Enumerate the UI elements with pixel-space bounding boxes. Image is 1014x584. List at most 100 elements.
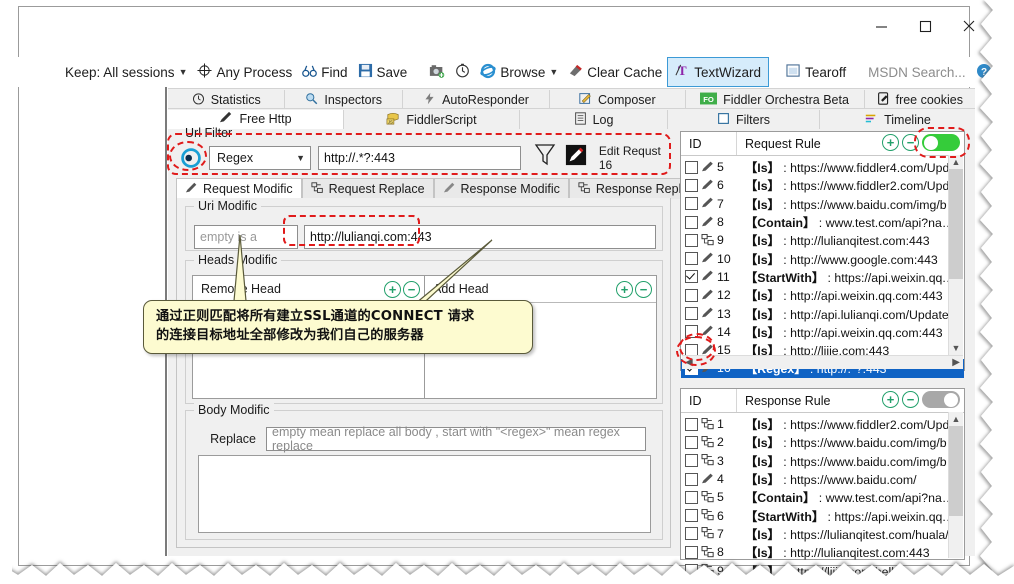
help-button[interactable]: ? [971,58,997,86]
table-row[interactable]: 9 【Is】 : http://lulianqitest.com:443 [681,231,964,249]
scroll-right-icon[interactable]: ▶ [952,357,960,368]
row-checkbox[interactable] [685,233,698,247]
tab-filters[interactable]: Filters [668,109,820,130]
url-filter-input[interactable]: http://.*?:443 [318,145,521,170]
plus-circle-icon[interactable]: + [616,280,633,298]
response-rule-vscrollbar[interactable]: ▲ [948,412,963,558]
response-rule-col-id[interactable]: ID [681,389,737,412]
table-row[interactable]: 1 【Is】 : https://www.fiddler2.com/Upda... [681,415,964,433]
screenshot-button[interactable] [424,58,450,86]
keep-sessions-button[interactable]: Keep: All sessions ▼ [60,58,192,86]
row-checkbox[interactable] [685,252,698,266]
table-row[interactable]: 8 【Is】 : http://lulianqitest.com:443 [681,543,964,561]
close-button[interactable] [946,7,992,45]
row-checkbox[interactable] [685,197,698,211]
body-replace-input[interactable]: empty mean replace all body , start with… [266,425,646,453]
scroll-thumb[interactable] [949,426,963,516]
table-row[interactable]: 4 【Is】 : https://www.baidu.com/ [681,470,964,488]
response-rule-list[interactable]: 1 【Is】 : https://www.fiddler2.com/Upda...… [681,413,964,580]
minus-circle-icon[interactable]: − [635,280,652,298]
tab-timeline[interactable]: Timeline [820,110,975,130]
save-button[interactable]: Save [353,58,413,86]
request-rule-hscrollbar[interactable]: ◀ ▶ [682,355,963,369]
row-checkbox[interactable] [685,564,698,578]
tab-response-modific[interactable]: Response Modific [433,178,569,199]
url-filter-label: Url Filter [185,126,233,140]
add-request-rule-button[interactable]: + [882,134,899,151]
tab-statistics[interactable]: Statistics [168,89,286,110]
match-mode-select[interactable]: Regex ▼ [209,145,312,170]
tab-free-cookies[interactable]: free cookies [865,90,975,110]
response-rule-toggle[interactable] [922,391,960,408]
browse-button[interactable]: Browse ▼ [475,58,563,86]
row-checkbox[interactable] [685,490,698,504]
table-row[interactable]: 11 【StartWith】 : https://api.weixin.qq.co… [681,268,964,286]
replace-icon [311,181,324,197]
row-checkbox[interactable] [685,178,698,192]
row-checkbox[interactable] [685,417,698,431]
funnel-icon[interactable] [534,143,556,172]
remove-response-rule-button[interactable]: − [902,391,919,408]
row-checkbox[interactable] [685,288,698,302]
table-row[interactable]: 7 【Is】 : https://www.baidu.com/img/bd_... [681,195,964,213]
tab-log[interactable]: Log [520,109,668,130]
scroll-up-icon[interactable]: ▲ [949,155,963,169]
tab-composer[interactable]: Composer [550,89,686,110]
request-rule-list[interactable]: 5 【Is】 : https://www.fiddler4.com/Upda...… [681,156,964,378]
table-row[interactable]: 6 【StartWith】 : https://api.weixin.qq.co.… [681,506,964,524]
edit-pencil-icon[interactable] [565,144,587,171]
row-checkbox[interactable] [685,454,698,468]
msdn-search-field[interactable]: MSDN Search... [863,58,971,86]
body-replace-textarea[interactable] [198,455,651,533]
row-checkbox[interactable] [685,435,698,449]
tab-inspectors[interactable]: Inspectors [285,89,403,110]
table-row[interactable]: 13 【Is】 : http://api.lulianqi.com/UpdateC… [681,304,964,322]
url-filter-value: http://.*?:443 [324,150,395,165]
table-row[interactable]: 5 【Is】 : https://www.fiddler4.com/Upda... [681,158,964,176]
scroll-thumb[interactable] [949,169,963,279]
scroll-up-icon[interactable]: ▲ [949,412,963,426]
table-row[interactable]: 2 【Is】 : https://www.baidu.com/img/bd_... [681,433,964,451]
table-row[interactable]: 9 【Is】 : https://lijie.com/hello [681,561,964,579]
timer-button[interactable] [450,58,475,86]
table-row[interactable]: 10 【Is】 : http://www.google.com:443 [681,249,964,267]
any-process-button[interactable]: Any Process [192,58,297,86]
row-checkbox[interactable] [685,270,698,284]
minimize-button[interactable] [858,7,904,45]
request-rule-col-id[interactable]: ID [681,132,737,155]
eraser-icon [568,63,583,81]
request-rule-vscrollbar[interactable]: ▲ ▼ [948,155,963,355]
request-rule-toggle[interactable] [922,134,960,151]
row-checkbox[interactable] [685,307,698,321]
table-row[interactable]: 8 【Contain】 : www.test.com/api?name= [681,213,964,231]
tab-fiddlerscript[interactable]: JS FiddlerScript [344,109,520,130]
table-row[interactable]: 7 【Is】 : https://lulianqitest.com/huala/v… [681,525,964,543]
scroll-down-icon[interactable]: ▼ [949,341,963,355]
row-checkbox[interactable] [685,527,698,541]
remove-request-rule-button[interactable]: − [902,134,919,151]
add-response-rule-button[interactable]: + [882,391,899,408]
svg-text:?: ? [981,67,987,78]
scroll-left-icon[interactable]: ◀ [685,357,693,368]
row-checkbox[interactable] [685,472,698,486]
tab-autoresponder[interactable]: AutoResponder [403,89,551,110]
table-row[interactable]: 14 【Is】 : http://api.weixin.qq.com:443 [681,323,964,341]
filter-target-icon[interactable] [180,147,202,169]
table-row[interactable]: 3 【Is】 : https://www.baidu.com/img/bd_... [681,452,964,470]
find-button[interactable]: Find [297,58,352,86]
clear-cache-button[interactable]: Clear Cache [563,58,667,86]
row-checkbox[interactable] [685,545,698,559]
row-checkbox[interactable] [685,509,698,523]
tearoff-button[interactable]: Tearoff [781,58,851,86]
row-checkbox[interactable] [685,325,698,339]
row-checkbox[interactable] [685,215,698,229]
tab-request-replace[interactable]: Request Replace [301,178,434,199]
tab-fiddler-orchestra[interactable]: FO Fiddler Orchestra Beta [686,89,865,110]
table-row[interactable]: 12 【Is】 : http://api.weixin.qq.com:443 [681,286,964,304]
maximize-button[interactable] [902,7,948,45]
textwizard-button[interactable]: T TextWizard [667,57,770,87]
row-checkbox[interactable] [685,160,698,174]
table-row[interactable]: 6 【Is】 : https://www.fiddler2.com/Upda... [681,176,964,194]
table-row[interactable]: 5 【Contain】 : www.test.com/api?name= [681,488,964,506]
tab-request-modific[interactable]: Request Modific [176,178,302,199]
